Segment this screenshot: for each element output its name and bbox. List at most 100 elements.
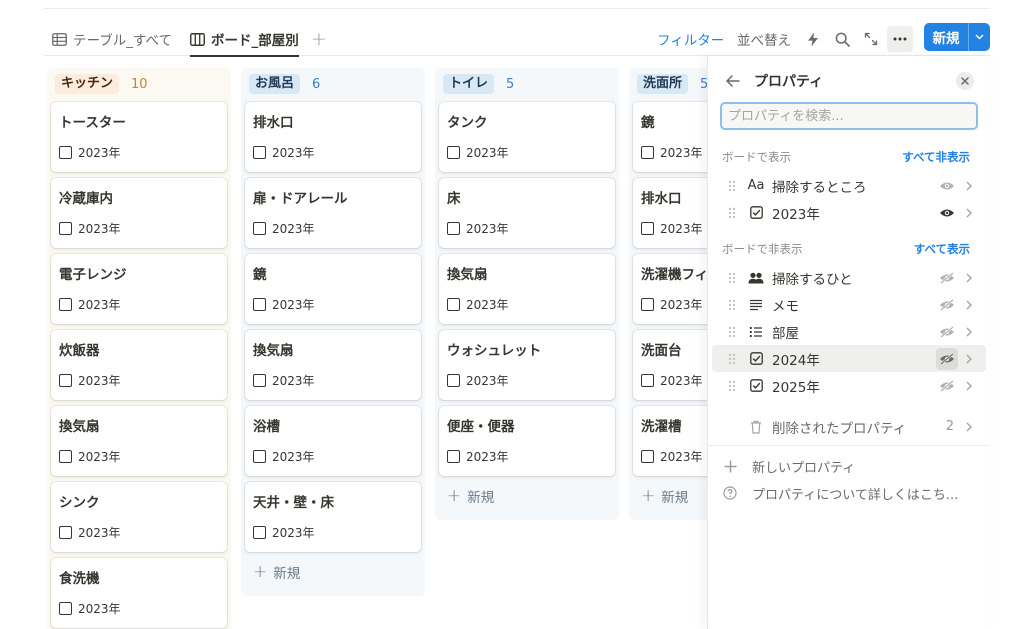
eye-off-icon[interactable] bbox=[936, 375, 958, 397]
property-label: 掃除するひと bbox=[772, 271, 853, 288]
card-property-label: 2023年 bbox=[272, 222, 315, 236]
board-card[interactable]: 便座・便器 2023年 bbox=[439, 406, 615, 476]
checkbox-icon[interactable] bbox=[253, 298, 266, 311]
property-row[interactable]: 2023年 bbox=[712, 199, 986, 226]
drag-handle-icon[interactable] bbox=[724, 326, 740, 338]
drag-handle-icon[interactable] bbox=[724, 299, 740, 311]
board-card[interactable]: 食洗機 2023年 bbox=[51, 558, 227, 628]
card-title: 電子レンジ bbox=[59, 267, 127, 283]
property-row[interactable]: 掃除するひと bbox=[712, 264, 986, 291]
checkbox-icon[interactable] bbox=[253, 526, 266, 539]
chevron-right-icon bbox=[962, 208, 976, 218]
checkbox-icon[interactable] bbox=[59, 526, 72, 539]
property-row[interactable]: Aa 掃除するところ bbox=[712, 172, 986, 199]
column-header[interactable]: トイレ 5 bbox=[439, 74, 615, 94]
property-row[interactable]: 部屋 bbox=[712, 318, 986, 345]
drag-handle-icon[interactable] bbox=[724, 207, 740, 219]
close-icon[interactable] bbox=[956, 72, 974, 90]
add-view-button[interactable]: + bbox=[311, 24, 327, 54]
hide-all-button[interactable]: すべて非表示 bbox=[902, 149, 970, 165]
board-card[interactable]: トースター 2023年 bbox=[51, 102, 227, 172]
checkbox-icon[interactable] bbox=[641, 374, 654, 387]
search-icon[interactable] bbox=[829, 26, 855, 52]
board-card[interactable]: 冷蔵庫内 2023年 bbox=[51, 178, 227, 248]
eye-off-icon[interactable] bbox=[936, 347, 958, 370]
new-button[interactable]: 新規 bbox=[924, 23, 990, 51]
checkbox-icon[interactable] bbox=[641, 146, 654, 159]
checkbox-icon[interactable] bbox=[253, 450, 266, 463]
board-card[interactable]: ウォシュレット 2023年 bbox=[439, 330, 615, 400]
board-card[interactable]: 電子レンジ 2023年 bbox=[51, 254, 227, 324]
eye-icon[interactable] bbox=[936, 202, 958, 224]
eye-off-icon[interactable] bbox=[936, 321, 958, 343]
column-new-button[interactable]: + 新規 bbox=[439, 482, 615, 510]
property-row[interactable]: 2024年 bbox=[712, 345, 986, 372]
board-card[interactable]: 鏡 2023年 bbox=[245, 254, 421, 324]
checkbox-icon[interactable] bbox=[59, 222, 72, 235]
automation-bolt-icon[interactable] bbox=[800, 26, 826, 52]
checkbox-type-icon bbox=[744, 352, 768, 365]
board-card[interactable]: 天井・壁・床 2023年 bbox=[245, 482, 421, 552]
board-card[interactable]: 換気扇 2023年 bbox=[439, 254, 615, 324]
board-card[interactable]: 扉・ドアレール 2023年 bbox=[245, 178, 421, 248]
checkbox-icon[interactable] bbox=[59, 602, 72, 615]
board-card[interactable]: シンク 2023年 bbox=[51, 482, 227, 552]
learn-more-link[interactable]: プロパティについて詳しくはこち... bbox=[722, 481, 976, 505]
hidden-header-label: ボードで非表示 bbox=[722, 242, 803, 256]
back-arrow-icon[interactable] bbox=[726, 75, 740, 87]
shown-section-header: ボードで表示 すべて非表示 bbox=[722, 149, 970, 165]
property-search-input[interactable] bbox=[720, 102, 978, 130]
property-label: 2025年 bbox=[772, 379, 820, 396]
column-header[interactable]: お風呂 6 bbox=[245, 74, 421, 94]
card-title: 天井・壁・床 bbox=[253, 495, 334, 511]
checkbox-icon[interactable] bbox=[59, 146, 72, 159]
new-property-button[interactable]: 新しいプロパティ bbox=[722, 454, 976, 478]
tab-board-by-room[interactable]: ボード_部屋別 bbox=[190, 24, 299, 57]
checkbox-icon[interactable] bbox=[253, 222, 266, 235]
sort-button[interactable]: 並べ替え bbox=[737, 24, 791, 54]
board-card[interactable]: 炊飯器 2023年 bbox=[51, 330, 227, 400]
eye-off-icon[interactable] bbox=[936, 267, 958, 289]
chevron-down-icon[interactable] bbox=[969, 34, 990, 40]
eye-icon[interactable] bbox=[936, 175, 958, 197]
show-all-button[interactable]: すべて表示 bbox=[914, 241, 970, 257]
checkbox-icon[interactable] bbox=[59, 298, 72, 311]
expand-icon[interactable] bbox=[858, 26, 884, 52]
card-title: ウォシュレット bbox=[447, 343, 542, 359]
board-card[interactable]: 換気扇 2023年 bbox=[245, 330, 421, 400]
checkbox-icon[interactable] bbox=[253, 146, 266, 159]
checkbox-icon[interactable] bbox=[641, 222, 654, 235]
checkbox-icon[interactable] bbox=[447, 298, 460, 311]
checkbox-icon[interactable] bbox=[447, 146, 460, 159]
board-card[interactable]: 床 2023年 bbox=[439, 178, 615, 248]
property-row[interactable]: 2025年 bbox=[712, 372, 986, 399]
card-title: 床 bbox=[447, 191, 461, 207]
drag-handle-icon[interactable] bbox=[724, 180, 740, 192]
drag-handle-icon[interactable] bbox=[724, 272, 740, 284]
board-card[interactable]: 浴槽 2023年 bbox=[245, 406, 421, 476]
column-header[interactable]: キッチン 10 bbox=[51, 74, 227, 94]
drag-handle-icon[interactable] bbox=[724, 353, 740, 365]
checkbox-icon[interactable] bbox=[253, 374, 266, 387]
checkbox-icon[interactable] bbox=[641, 298, 654, 311]
checkbox-icon[interactable] bbox=[447, 374, 460, 387]
checkbox-icon[interactable] bbox=[641, 450, 654, 463]
eye-off-icon[interactable] bbox=[936, 294, 958, 316]
checkbox-icon[interactable] bbox=[447, 450, 460, 463]
board-card[interactable]: 換気扇 2023年 bbox=[51, 406, 227, 476]
filter-button[interactable]: フィルター bbox=[657, 24, 724, 54]
more-options-icon[interactable] bbox=[887, 26, 913, 52]
checkbox-icon[interactable] bbox=[59, 450, 72, 463]
checkbox-icon[interactable] bbox=[447, 222, 460, 235]
board-card[interactable]: タンク 2023年 bbox=[439, 102, 615, 172]
property-row[interactable]: メモ bbox=[712, 291, 986, 318]
deleted-properties-row[interactable]: 削除されたプロパティ 2 bbox=[712, 413, 986, 440]
card-title: 炊飯器 bbox=[59, 343, 100, 359]
column-new-button[interactable]: + 新規 bbox=[245, 558, 421, 586]
property-label: 2023年 bbox=[772, 206, 820, 223]
drag-handle-icon[interactable] bbox=[724, 380, 740, 392]
top-divider bbox=[44, 8, 990, 9]
tab-table-all[interactable]: テーブル_すべて bbox=[52, 24, 172, 54]
checkbox-icon[interactable] bbox=[59, 374, 72, 387]
board-card[interactable]: 排水口 2023年 bbox=[245, 102, 421, 172]
